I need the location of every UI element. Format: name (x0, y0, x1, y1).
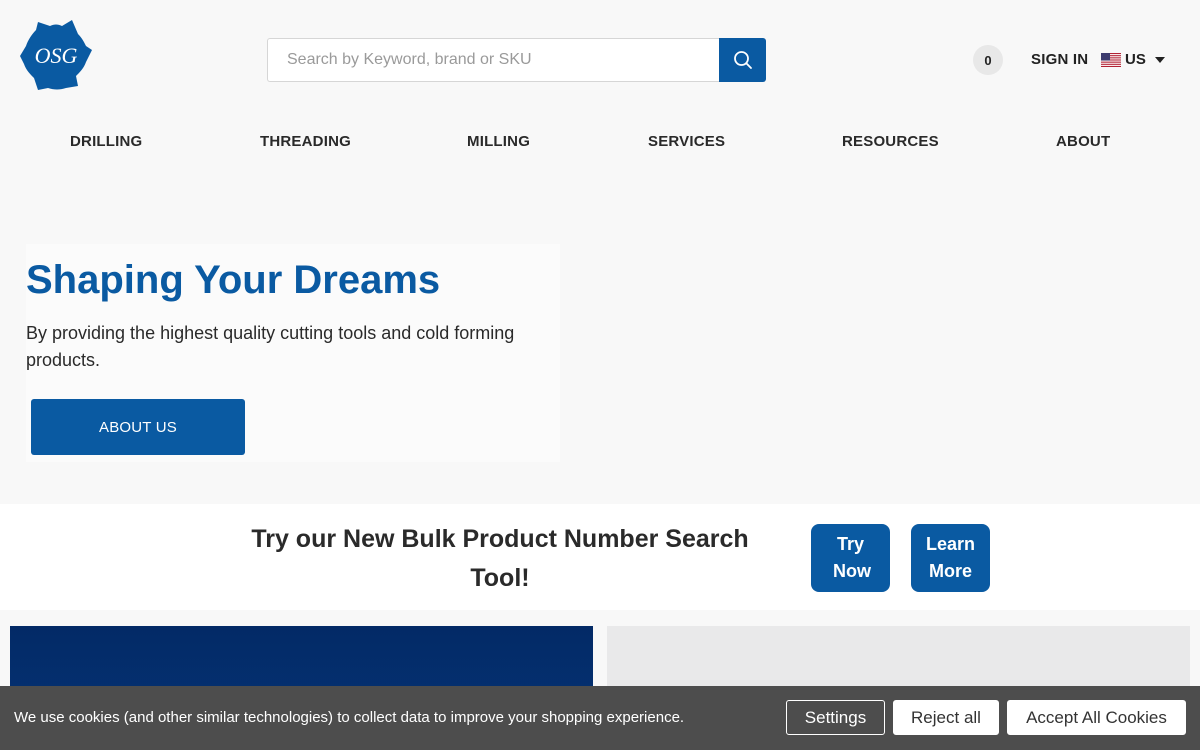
reject-all-button[interactable]: Reject all (893, 700, 999, 735)
osg-logo-icon: OSG (20, 20, 92, 90)
nav-item-milling[interactable]: MILLING (467, 133, 530, 150)
nav-item-threading[interactable]: THREADING (260, 133, 351, 150)
search-button[interactable] (719, 38, 766, 82)
nav-item-resources[interactable]: RESOURCES (842, 133, 939, 150)
accept-all-cookies-button[interactable]: Accept All Cookies (1007, 700, 1186, 735)
sign-in-link[interactable]: SIGN IN (1031, 51, 1088, 68)
hero-subtitle: By providing the highest quality cutting… (26, 323, 515, 370)
bulk-search-banner: Try our New Bulk Product Number Search T… (0, 504, 1200, 610)
try-now-button[interactable]: Try Now (811, 524, 890, 592)
learn-more-button[interactable]: Learn More (911, 524, 990, 592)
hero-title: Shaping Your Dreams (26, 258, 441, 302)
cookie-settings-button[interactable]: Settings (786, 700, 885, 735)
search-icon (733, 51, 752, 69)
bulk-search-text: Try our New Bulk Product Number Search T… (251, 525, 749, 592)
cart-count-badge[interactable]: 0 (973, 45, 1003, 75)
locale-selector[interactable]: US (1101, 51, 1165, 68)
about-us-button[interactable]: ABOUT US (31, 399, 245, 455)
nav-item-services[interactable]: SERVICES (648, 133, 725, 150)
chevron-down-icon (1154, 56, 1165, 63)
search-bar (267, 38, 766, 82)
us-flag-icon (1101, 52, 1121, 67)
hero-section: Shaping Your Dreams By providing the hig… (26, 244, 560, 462)
nav-item-drilling[interactable]: DRILLING (70, 133, 142, 150)
search-input[interactable] (267, 38, 719, 82)
svg-text:OSG: OSG (35, 43, 78, 68)
nav-item-about[interactable]: ABOUT (1056, 133, 1110, 150)
main-nav: DRILLING THREADING MILLING SERVICES RESO… (0, 133, 1200, 153)
cookie-message: We use cookies (and other similar techno… (14, 709, 685, 726)
osg-logo[interactable]: OSG (20, 20, 92, 90)
site-header: OSG 0 SIGN IN US (0, 0, 1200, 120)
locale-label: US (1125, 51, 1146, 68)
cookie-banner: We use cookies (and other similar techno… (0, 686, 1200, 750)
